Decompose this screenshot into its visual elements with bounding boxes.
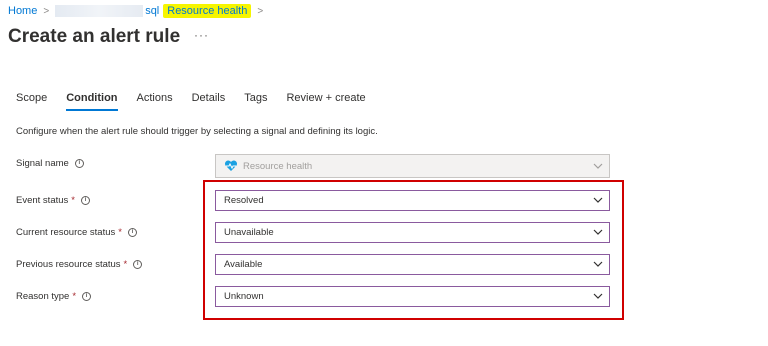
breadcrumb: Home > sql Resource health >	[8, 2, 269, 20]
tab-scope[interactable]: Scope	[16, 92, 47, 111]
required-marker: *	[123, 259, 128, 270]
info-icon[interactable]: i	[82, 292, 92, 301]
tab-bar: Scope Condition Actions Details Tags Rev…	[16, 92, 385, 111]
reason-type-label: Reason type	[16, 291, 70, 302]
breadcrumb-resource-link[interactable]: sql	[145, 5, 159, 17]
signal-name-value: Resource health	[243, 160, 313, 172]
page-title: Create an alert rule	[8, 26, 181, 47]
reason-type-label-row: Reason type * i	[16, 291, 92, 302]
tab-review-create[interactable]: Review + create	[286, 92, 365, 111]
event-status-label-row: Event status * i	[16, 195, 90, 206]
previous-resource-status-label-row: Previous resource status * i	[16, 259, 143, 270]
condition-description: Configure when the alert rule should tri…	[16, 126, 378, 137]
required-marker: *	[72, 291, 77, 302]
chevron-right-icon: >	[43, 5, 50, 17]
current-resource-status-label: Current resource status	[16, 227, 116, 238]
breadcrumb-home-link[interactable]: Home	[8, 5, 37, 17]
more-options-button[interactable]: ···	[194, 28, 209, 42]
required-marker: *	[118, 227, 122, 238]
tab-condition[interactable]: Condition	[66, 92, 118, 111]
breadcrumb-resource-health-link[interactable]: Resource health	[163, 4, 252, 18]
heart-pulse-icon	[224, 160, 238, 171]
info-icon[interactable]: i	[74, 159, 84, 168]
tab-actions[interactable]: Actions	[137, 92, 173, 111]
info-icon[interactable]: i	[80, 196, 90, 205]
redacted-resource-name	[55, 5, 144, 17]
previous-resource-status-label: Previous resource status	[16, 259, 121, 270]
signal-name-label-row: Signal name i	[16, 158, 84, 169]
signal-name-label: Signal name	[16, 158, 69, 169]
chevron-down-icon	[593, 163, 603, 169]
info-icon[interactable]: i	[127, 228, 137, 237]
required-marker: *	[71, 195, 75, 206]
event-status-label: Event status	[16, 195, 69, 206]
tab-details[interactable]: Details	[192, 92, 226, 111]
info-icon[interactable]: i	[133, 260, 143, 269]
current-resource-status-label-row: Current resource status * i	[16, 227, 137, 238]
signal-name-dropdown: Resource health	[215, 154, 610, 178]
annotation-highlight-box	[203, 180, 624, 320]
tab-tags[interactable]: Tags	[244, 92, 267, 111]
chevron-right-icon: >	[257, 5, 264, 17]
